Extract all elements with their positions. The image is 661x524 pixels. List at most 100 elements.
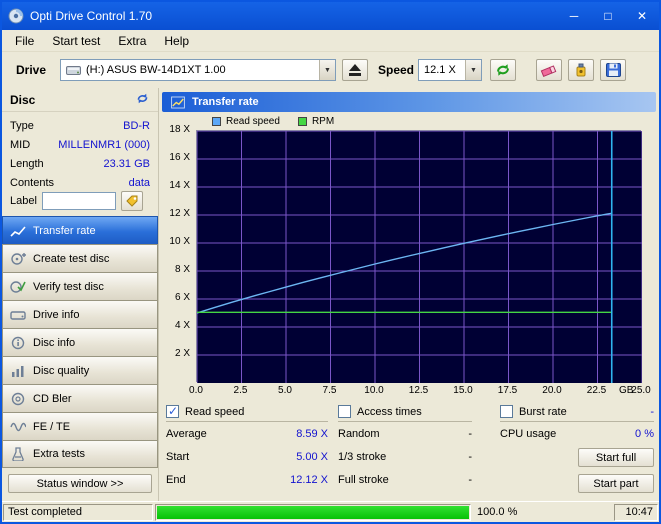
close-button[interactable]: ✕ [625, 2, 659, 30]
y-tick-label: 14 X [169, 180, 190, 191]
average-row: Average 8.59 X [166, 422, 328, 445]
speed-select[interactable]: 12.1 X ▼ [418, 59, 482, 81]
main-panel: Transfer rate Read speed RPM 2 X 4 X 6 X 8 … [160, 88, 659, 501]
menu-start-test[interactable]: Start test [43, 31, 109, 51]
status-window-button[interactable]: Status window >> [8, 474, 152, 493]
y-tick-label: 8 X [174, 264, 190, 275]
burst-rate-results: Burst rate - CPU usage 0 % Start full St… [500, 404, 654, 493]
status-text: Test completed [8, 506, 82, 518]
access-times-checkbox[interactable] [338, 405, 351, 418]
chart-legend: Read speed RPM [212, 116, 334, 127]
sidebar-item-drive-info[interactable]: Drive info [2, 300, 158, 328]
sidebar-item-extra-tests[interactable]: Extra tests [2, 440, 158, 468]
cleaner-icon [576, 63, 586, 77]
read-speed-checkbox[interactable] [166, 404, 179, 418]
create-test-disc-icon [11, 252, 26, 265]
speed-label: Speed [378, 63, 415, 77]
disc-panel: Disc Type BD-R MID MILLENMR1 (000) Lengt… [2, 88, 159, 501]
minimize-button[interactable]: ─ [557, 2, 591, 30]
disc-info-row: Length 23.31 GB [10, 154, 150, 173]
disc-type-value: BD-R [123, 119, 150, 132]
save-button[interactable] [600, 59, 626, 81]
transfer-rate-header-icon [171, 96, 185, 108]
x-axis-unit: GB [619, 385, 634, 396]
full-stroke-row: Full stroke - [338, 468, 472, 491]
cd-bler-icon [11, 392, 25, 405]
refresh-speed-button[interactable] [490, 59, 516, 81]
read-speed-results: Read speed Average 8.59 X Start 5.00 X E… [166, 404, 328, 491]
end-label: End [166, 473, 186, 486]
drive-value: (H:) ASUS BW-14D1XT 1.00 [86, 64, 226, 76]
sidebar: Transfer rate Create test disc Verify te… [2, 216, 158, 468]
burst-rate-value: - [650, 405, 654, 418]
start-full-button[interactable]: Start full [578, 448, 654, 467]
cpu-usage-value: 0 % [635, 427, 654, 440]
chart-canvas [197, 131, 642, 383]
start-part-label: Start part [593, 477, 639, 490]
end-value: 12.12 X [290, 473, 328, 486]
progress-bar [155, 503, 471, 521]
disc-label-button[interactable] [120, 191, 143, 211]
menu-extra[interactable]: Extra [109, 31, 155, 51]
status-filler [527, 504, 612, 521]
random-label: Random [338, 427, 380, 440]
status-time-cell: 10:47 [614, 503, 658, 521]
disc-mid-value: MILLENMR1 (000) [58, 138, 150, 151]
extra-tests-icon [12, 447, 24, 461]
disc-label-input[interactable] [41, 192, 116, 210]
start-value: 5.00 X [296, 450, 328, 463]
sidebar-item-create-test-disc[interactable]: Create test disc [2, 244, 158, 272]
menu-file[interactable]: File [6, 31, 43, 51]
disc-label-label: Label [10, 195, 37, 207]
transfer-rate-icon [10, 225, 26, 237]
toolbar: Drive (H:) ASUS BW-14D1XT 1.00 ▼ Speed 1… [2, 52, 659, 88]
drive-info-icon [10, 310, 26, 320]
burst-rate-checkbox[interactable] [500, 405, 513, 418]
start-part-button[interactable]: Start part [578, 474, 654, 493]
disc-length-value: 23.31 GB [103, 157, 150, 170]
refresh-icon [497, 64, 509, 76]
erase-disc-button[interactable] [536, 59, 562, 81]
y-tick-label: 4 X [174, 320, 190, 331]
sidebar-item-label: Drive info [33, 308, 80, 321]
cpu-usage-row: CPU usage 0 % [500, 422, 654, 445]
main-header: Transfer rate [162, 92, 656, 112]
chevron-down-icon: ▼ [465, 60, 481, 80]
drive-select[interactable]: (H:) ASUS BW-14D1XT 1.00 ▼ [60, 59, 336, 81]
x-tick-label: 2.5 [233, 385, 248, 396]
third-stroke-label: 1/3 stroke [338, 450, 387, 463]
x-tick-label: 17.5 [497, 385, 518, 396]
eject-icon [349, 64, 361, 76]
y-tick-label: 12 X [169, 208, 190, 219]
save-icon [605, 63, 621, 77]
sidebar-item-disc-info[interactable]: Disc info [2, 328, 158, 356]
sidebar-item-disc-quality[interactable]: Disc quality [2, 356, 158, 384]
x-tick-label: 7.5 [322, 385, 337, 396]
disc-length-label: Length [10, 157, 44, 170]
app-icon [8, 8, 24, 24]
maximize-button[interactable]: □ [591, 2, 625, 30]
rpm-swatch [297, 117, 307, 126]
status-text-cell: Test completed [3, 503, 153, 521]
sidebar-item-fe-te[interactable]: FE / TE [2, 412, 158, 440]
sidebar-item-label: Extra tests [33, 448, 85, 460]
eject-button[interactable] [342, 59, 368, 81]
app-window: Opti Drive Control 1.70 ─ □ ✕ File Start… [0, 0, 661, 524]
sidebar-item-label: CD Bler [33, 392, 72, 405]
disc-refresh-button[interactable] [135, 92, 150, 108]
full-stroke-value: - [468, 473, 472, 486]
disc-contents-value: data [128, 176, 150, 189]
sidebar-item-cd-bler[interactable]: CD Bler [2, 384, 158, 412]
drive-label: Drive [16, 63, 47, 77]
y-tick-label: 18 X [169, 124, 190, 135]
y-tick-label: 2 X [174, 348, 190, 359]
y-tick-label: 10 X [169, 236, 190, 247]
start-label: Start [166, 450, 190, 463]
cleaner-button[interactable] [568, 59, 594, 81]
sidebar-item-verify-test-disc[interactable]: Verify test disc [2, 272, 158, 300]
third-stroke-row: 1/3 stroke - [338, 445, 472, 468]
disc-type-label: Type [10, 119, 34, 132]
chevron-down-icon: ▼ [319, 60, 335, 80]
menu-help[interactable]: Help [155, 31, 198, 51]
sidebar-item-transfer-rate[interactable]: Transfer rate [2, 216, 158, 244]
